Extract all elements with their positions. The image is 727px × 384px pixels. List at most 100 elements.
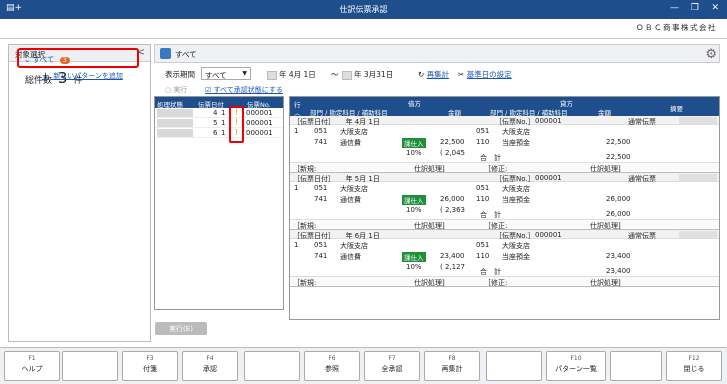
journal-entry[interactable]: ［伝票日付］ 年 5月 1日 ［伝票No.］ 000001 通常伝票 1 051… [290,173,719,230]
no-cell: 000001 [246,129,273,137]
credit-amount: 26,000 [606,195,631,203]
mod-label: ［修正: [484,279,508,287]
debit-amount: 26,000 [440,195,465,203]
fkey-label: パターン一覧 [555,365,597,373]
fkey-f11-button[interactable] [610,351,662,381]
tax-amount: ( 2,127 [440,263,465,271]
entry-kind: 通常伝票 [628,232,656,240]
exec-button[interactable]: 実行(E) [155,322,207,335]
day-cell: 1 [221,109,226,117]
debit-dept: 大阪支店 [340,242,368,250]
calendar-icon[interactable] [267,70,277,80]
entry-actions[interactable] [679,117,717,124]
fkey-f2-button[interactable] [62,351,118,381]
list-item[interactable]: 4 1 ! 000001 [155,108,283,118]
fkey-label: 参照 [325,365,339,373]
exec-label: 実行 [173,86,188,94]
fkey-f7-button[interactable]: F7 全承認 [364,351,420,381]
fkey-f6-button[interactable]: F6 参照 [304,351,360,381]
fkey-f5-button[interactable] [244,351,300,381]
tree-item-all[interactable]: ⌄ すべて 3 [24,54,70,65]
credit-account-code: 110 [476,252,490,260]
debit-dept-code: 051 [314,184,328,192]
all-approve-link[interactable]: ☑ すべて承認状態にする [205,85,283,95]
credit-dept: 大阪支店 [502,128,530,136]
fkey-label: 閉じる [683,365,705,373]
total-amount: 23,400 [606,267,631,275]
add-pattern-link[interactable]: ＋ 新しいパターンを追加 [42,71,123,81]
entry-kind: 通常伝票 [628,175,656,183]
period-select[interactable]: すべて ▼ [201,67,251,80]
date-from[interactable]: 年 4月 1日 [264,67,319,80]
fkey-label: 再集計 [441,365,463,373]
company-name: ＯＢＣ商事株式会社 [636,23,717,32]
credit-account: 当座預金 [502,253,530,261]
plus-icon: ＋ [42,72,49,80]
entry-no: 000001 [535,117,562,125]
maximize-icon[interactable]: ❐ [691,3,699,13]
entry-actions[interactable] [679,231,717,238]
period-label: 表示期間 [165,70,195,79]
voucher-list: 処理状態 伝票日付 伝票No. 4 1 ! 000001 5 1 ! 00000… [154,96,284,310]
col-memo: 摘要 [670,105,683,113]
fkey-f9-button[interactable] [486,351,542,381]
journal-entry[interactable]: ［伝票日付］ 年 4月 1日 ［伝票No.］ 000001 通常伝票 1 051… [290,116,719,173]
debit-account: 通信費 [340,253,361,261]
status-cell[interactable] [157,119,193,127]
debit-dept: 大阪支店 [340,128,368,136]
chevron-down-icon[interactable]: ⌄ [24,55,30,64]
fkey-label: 全承認 [381,365,403,373]
fkey-f1-button[interactable]: F1 ヘルプ [4,351,60,381]
credit-dept: 大阪支店 [502,242,530,250]
status-cell[interactable] [157,129,193,137]
debit-account-code: 741 [314,195,328,203]
debit-amount: 23,400 [440,252,465,260]
fkey-code: F7 [388,355,396,362]
credit-amount: 22,500 [606,138,631,146]
add-pattern-label: 新しいパターンを追加 [53,72,123,80]
fkey-f3-button[interactable]: F3 付箋 [122,351,178,381]
fkey-f10-button[interactable]: F10 パターン一覧 [546,351,606,381]
entry-no: 000001 [535,231,562,239]
breadcrumb: すべて [154,44,720,63]
day-cell: 1 [221,129,226,137]
entry-footer: ［新規: 仕訳処理] ［修正: 仕訳処理] [290,162,719,173]
entry-date-line: ［伝票日付］ 年 4月 1日 ［伝票No.］ 000001 通常伝票 [290,116,719,126]
journal-view: 行 ︿ 借方 貸方 部門 / 勘定科目 / 補助科目 金額 部門 / 勘定科目 … [289,96,720,320]
fkey-code: F10 [570,355,582,362]
tax-rate: 10% [406,263,422,271]
status-cell[interactable] [157,109,193,117]
count-badge: 3 [59,57,70,64]
tax-amount: ( 2,363 [440,206,465,214]
gear-icon[interactable]: ⚙ [705,47,717,62]
exec-radio[interactable]: ○ 実行 [165,85,187,95]
fkey-label: 付箋 [143,365,157,373]
tax-rate: 10% [406,149,422,157]
function-key-bar: F1 ヘルプ F3 付箋 F4 承認 F6 参照 F7 全承認 F8 再集計 F10 パターン… [0,347,727,384]
list-item[interactable]: 5 1 ! 000001 [155,118,283,128]
tax-tag: 課仕入 [402,195,426,205]
total-amount: 22,500 [606,153,631,161]
list-item[interactable]: 6 1 ! 000001 [155,128,283,138]
base-date-link[interactable]: ✂ 基準日の設定 [455,67,515,80]
debit-dept: 大阪支店 [340,185,368,193]
no-cell: 000001 [246,119,273,127]
journal-entry[interactable]: ［伝票日付］ 年 6月 1日 ［伝票No.］ 000001 通常伝票 1 051… [290,230,719,287]
fkey-f4-button[interactable]: F4 承認 [182,351,238,381]
tree-item-all-label: すべて [32,55,55,64]
minimize-icon[interactable]: — [670,3,679,13]
fkey-f8-button[interactable]: F8 再集計 [424,351,480,381]
recalc-link[interactable]: ↻ 再集計 [415,67,452,80]
no-cell: 000001 [246,109,273,117]
new-label: ［新規: [293,279,317,287]
recalc-label: 再集計 [426,70,450,79]
close-icon[interactable]: ✕ [711,3,719,13]
month-cell: 4 [213,109,218,117]
tax-amount: ( 2,045 [440,149,465,157]
entry-actions[interactable] [679,174,717,181]
date-to[interactable]: 年 3月31日 [339,67,396,80]
fkey-f12-button[interactable]: F12 閉じる [666,351,722,381]
debit-account-code: 741 [314,252,328,260]
calendar-icon[interactable] [342,70,352,80]
new-proc: 仕訳処理] [414,279,445,287]
